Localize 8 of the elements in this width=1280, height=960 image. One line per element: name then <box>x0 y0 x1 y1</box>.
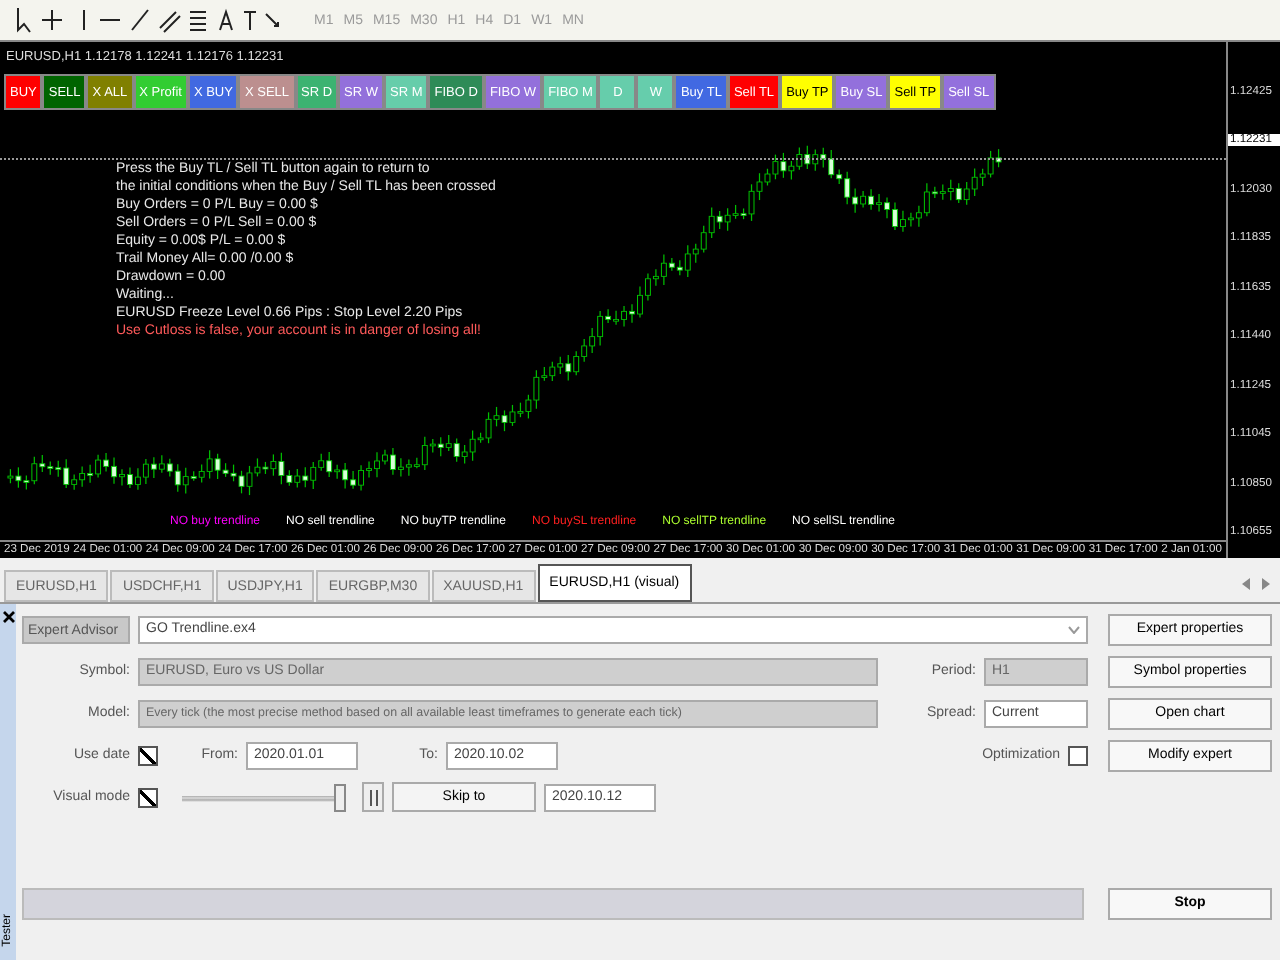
pause-icon <box>367 789 379 805</box>
dropdown-caret-icon <box>1068 625 1080 633</box>
checkbox[interactable] <box>138 745 158 765</box>
checkbox[interactable] <box>1068 745 1088 765</box>
slider-thumb[interactable] <box>333 783 346 811</box>
close-icon[interactable] <box>1 610 15 624</box>
checkbox[interactable] <box>138 787 158 807</box>
pause-button[interactable] <box>362 782 384 812</box>
